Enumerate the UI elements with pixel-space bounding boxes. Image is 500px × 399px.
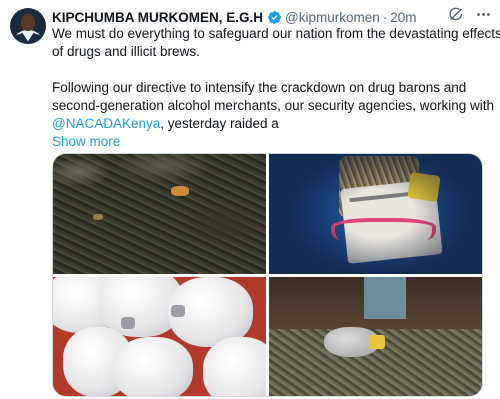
photo-3[interactable] — [53, 277, 266, 396]
tweet[interactable]: KIPCHUMBA MURKOMEN, E.G.H @kipmurkomen ·… — [0, 0, 500, 399]
grok-icon[interactable] — [448, 6, 465, 23]
verified-badge-icon — [268, 10, 281, 24]
photo-1[interactable] — [53, 154, 266, 274]
text-line-with-mention: @NACADAKenya, yesterday raided a — [52, 115, 492, 133]
mention-link[interactable]: @NACADAKenya — [52, 116, 160, 131]
photo-4[interactable] — [269, 277, 482, 396]
text-fragment: , yesterday raided a — [160, 116, 279, 131]
tweet-header: KIPCHUMBA MURKOMEN, E.G.H @kipmurkomen ·… — [52, 8, 460, 26]
author-handle[interactable]: @kipmurkomen — [285, 10, 380, 25]
show-more-link[interactable]: Show more — [52, 133, 492, 151]
text-line: We must do everything to safeguard our n… — [52, 26, 500, 41]
text-line: of drugs and illicit brews. — [52, 44, 200, 59]
tweet-text: We must do everything to safeguard our n… — [52, 25, 500, 151]
more-dots-icon[interactable] — [475, 6, 492, 23]
separator: · — [382, 9, 388, 25]
media-grid — [52, 153, 483, 397]
avatar[interactable] — [10, 8, 46, 44]
timestamp[interactable]: 20m — [390, 10, 416, 25]
author-name[interactable]: KIPCHUMBA MURKOMEN, E.G.H — [52, 10, 263, 25]
text-line: second-generation alcohol merchants, our… — [52, 98, 494, 113]
text-line: Following our directive to intensify the… — [52, 80, 467, 95]
photo-2[interactable] — [269, 154, 482, 274]
header-actions — [448, 6, 492, 23]
